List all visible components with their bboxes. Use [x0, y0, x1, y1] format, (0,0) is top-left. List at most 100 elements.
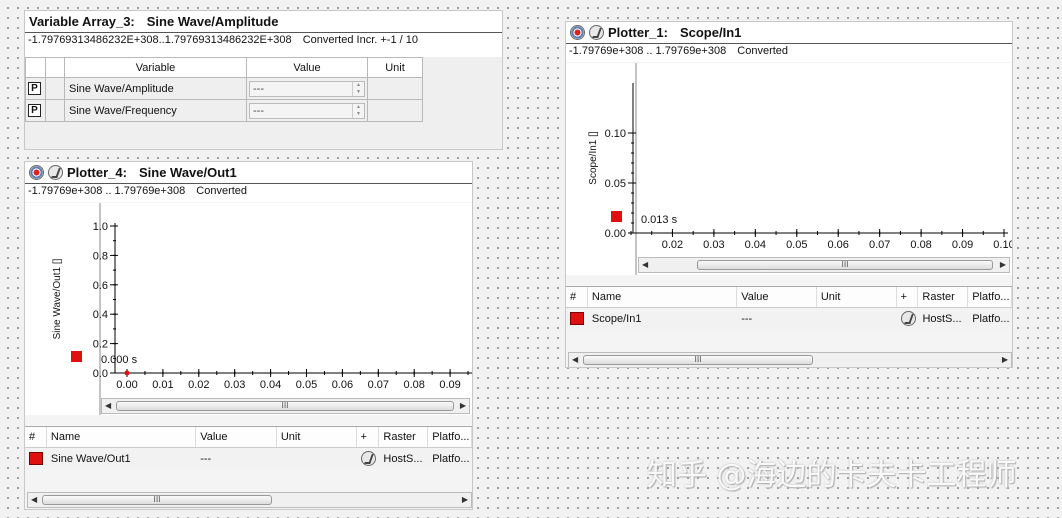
spin-arrows-icon[interactable]: ▲ ▼ [352, 103, 364, 118]
scroll-thumb[interactable]: III [42, 495, 272, 505]
signal-unit [817, 308, 897, 329]
scroll-left-icon[interactable]: ◀ [572, 355, 578, 364]
signal-table-header: # Name Value Unit + Raster Platfo... [25, 427, 472, 448]
y-tick-label: 0.00 [605, 228, 626, 240]
x-tick-label: 0.07 [869, 239, 890, 251]
y-tick-label: 1.0 [93, 221, 108, 233]
scroll-right-icon[interactable]: ▶ [460, 401, 466, 410]
panel-name: Plotter_1: [608, 25, 668, 40]
plotter-4-title: Plotter_4: Sine Wave/Out1 [29, 163, 237, 182]
x-tick-label: 0.05 [296, 379, 317, 391]
x-tick-label: 0.04 [260, 379, 281, 391]
column-name[interactable]: Name [588, 287, 738, 307]
spin-arrows-icon[interactable]: ▲ ▼ [352, 81, 364, 96]
scroll-right-icon[interactable]: ▶ [1000, 260, 1006, 269]
table-row[interactable]: P Sine Wave/Amplitude --- ▲ ▼ [25, 77, 423, 100]
value-input[interactable]: --- ▲ ▼ [249, 102, 365, 119]
column-unit[interactable]: Unit [817, 287, 897, 307]
horizontal-scrollbar[interactable]: ◀ III ▶ [638, 257, 1010, 273]
scroll-left-icon[interactable]: ◀ [105, 401, 111, 410]
scroll-left-icon[interactable]: ◀ [642, 260, 648, 269]
x-tick-label: 0.02 [188, 379, 209, 391]
x-tick-label: 0.08 [910, 239, 931, 251]
data-point [124, 370, 130, 376]
value-input[interactable]: --- ▲ ▼ [249, 80, 365, 97]
watermark: 知乎 @海边的卡夫卡工程师 [647, 458, 1017, 493]
scroll-thumb[interactable]: III [116, 401, 454, 411]
table-horizontal-scrollbar[interactable]: ◀ III ▶ [27, 492, 472, 508]
x-tick-label: 0.01 [152, 379, 173, 391]
series-color-swatch[interactable] [29, 452, 43, 465]
plot-area[interactable]: 0.00 0.05 0.10 0.02 0.03 0.04 0.05 0.06 0.07 0.08… [566, 63, 1013, 275]
trigger-icon[interactable] [48, 165, 63, 180]
column-variable[interactable]: Variable [64, 57, 247, 78]
column-add[interactable]: + [357, 427, 380, 447]
sine-wave-chart[interactable]: 0.0 0.2 0.4 0.6 0.8 1.0 0.00 0.01 0.02 0.03 0.04 0.… [25, 203, 473, 415]
column-raster[interactable]: Raster [918, 287, 969, 307]
signal-source-icon[interactable] [570, 25, 585, 40]
signal-name: Scope/In1 [591, 312, 642, 325]
y-axis-label: Scope/In1 [] [588, 131, 599, 185]
range-text: -1.79769e+308 .. 1.79769e+308 Converted [569, 45, 789, 57]
time-readout: 0.013 s [641, 214, 678, 226]
x-tick-label: 0.10 [993, 239, 1013, 251]
series-color-swatch[interactable] [570, 312, 584, 325]
column-platform[interactable]: Platfo... [968, 287, 1012, 307]
y-tick-label: 0.2 [93, 339, 108, 351]
x-tick-label: 0.05 [786, 239, 807, 251]
variable-table: Variable Value Unit P Sine Wave/Amplitud… [25, 57, 423, 122]
column-raster[interactable]: Raster [379, 427, 429, 447]
table-row[interactable]: Sine Wave/Out1 --- HostS... Platfo... [25, 448, 472, 469]
column-unit[interactable]: Unit [367, 57, 423, 78]
table-horizontal-scrollbar[interactable]: ◀ III ▶ [568, 352, 1012, 367]
unit-cell [367, 77, 423, 100]
y-tick-label: 0.8 [93, 250, 108, 262]
scope-chart[interactable]: 0.00 0.05 0.10 0.02 0.03 0.04 0.05 0.06 0.07 0.08… [566, 63, 1013, 275]
variable-name: Sine Wave/Frequency [64, 99, 247, 122]
scroll-thumb[interactable]: III [583, 355, 813, 365]
time-readout: 0.000 s [101, 354, 138, 366]
scroll-right-icon[interactable]: ▶ [462, 495, 468, 504]
signal-value: --- [200, 452, 212, 465]
scroll-left-icon[interactable]: ◀ [31, 495, 37, 504]
x-tick-label: 0.06 [332, 379, 353, 391]
signal-table: # Name Value Unit + Raster Platfo... Sin… [25, 426, 472, 469]
column-platform[interactable]: Platfo... [428, 427, 472, 447]
panel-name: Plotter_4: [67, 165, 127, 180]
plot-area[interactable]: 0.0 0.2 0.4 0.6 0.8 1.0 0.00 0.01 0.02 0.03 0.04 0.… [25, 203, 473, 415]
scroll-right-icon[interactable]: ▶ [1002, 355, 1008, 364]
y-tick-label: 0.4 [93, 309, 108, 321]
scroll-thumb[interactable]: III [697, 260, 993, 270]
trigger-icon[interactable] [589, 25, 604, 40]
column-value[interactable]: Value [246, 57, 368, 78]
y-tick-label: 0.05 [605, 178, 626, 190]
column-name[interactable]: Name [47, 427, 197, 447]
variable-array-title: Variable Array_3: Sine Wave/Amplitude [29, 12, 278, 31]
x-tick-label: 0.04 [745, 239, 766, 251]
trigger-icon[interactable] [900, 311, 916, 326]
signal-raster: HostS... [383, 452, 423, 465]
signal-source-icon[interactable] [29, 165, 44, 180]
column-index[interactable]: # [25, 427, 47, 447]
table-row[interactable]: Scope/In1 --- HostS... Platfo... [566, 308, 1012, 329]
signal-table-header: # Name Value Unit + Raster Platfo... [566, 287, 1012, 308]
unit-cell [367, 99, 423, 122]
x-tick-label: 0.02 [662, 239, 683, 251]
variable-array-panel: Variable Array_3: Sine Wave/Amplitude -1… [24, 10, 503, 150]
x-tick-label: 0.03 [703, 239, 724, 251]
y-tick-label: 0.0 [93, 368, 108, 380]
x-tick-label: 0.06 [828, 239, 849, 251]
signal-name: Sine Wave/Out1 [50, 452, 131, 465]
column-unit[interactable]: Unit [277, 427, 357, 447]
x-tick-label: 0.00 [116, 379, 137, 391]
trigger-icon[interactable] [360, 451, 376, 466]
column-index[interactable]: # [566, 287, 588, 307]
column-add[interactable]: + [897, 287, 919, 307]
column-value[interactable]: Value [737, 287, 817, 307]
parameter-badge: P [28, 82, 41, 95]
horizontal-scrollbar[interactable]: ◀ III ▶ [101, 398, 470, 414]
column-value[interactable]: Value [196, 427, 277, 447]
panel-path: Sine Wave/Out1 [138, 165, 237, 180]
table-row[interactable]: P Sine Wave/Frequency --- ▲ ▼ [25, 99, 423, 122]
variable-name: Sine Wave/Amplitude [64, 77, 247, 100]
